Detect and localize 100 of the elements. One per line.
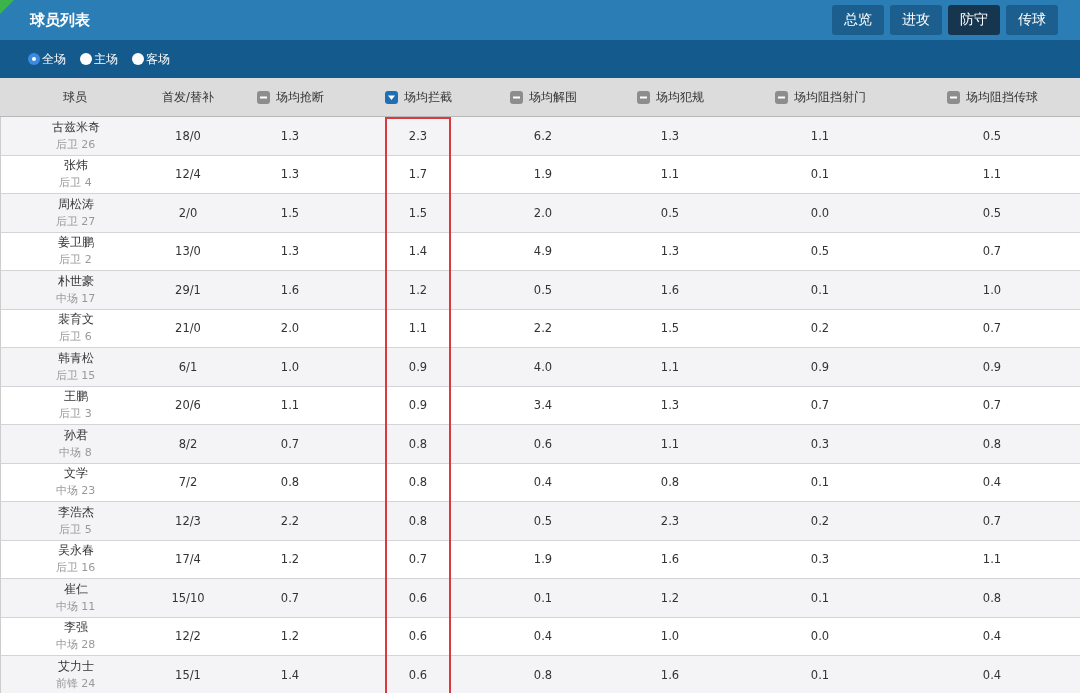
table-cell: 1.1 [736,117,904,156]
table-cell: 0.7 [226,579,354,618]
table-cell: 0.4 [904,656,1080,693]
table-cell: 0.9 [354,348,482,387]
player-name: 王鹏 [63,389,88,405]
table-cell: 1.1 [604,425,736,464]
player-position: 后卫 26 [55,136,96,152]
sort-toggle[interactable]: 场均犯规 [636,89,704,105]
table-cell: 1.1 [604,348,736,387]
table-cell: 6.2 [482,117,604,156]
table-cell: 4.0 [482,348,604,387]
player-name: 张炜 [63,158,88,174]
player-position: 中场 11 [55,598,96,614]
table-cell: 0.8 [354,502,482,541]
table-cell: 2/0 [150,194,226,233]
table-cell: 1.2 [604,579,736,618]
table-cell: 0.5 [604,194,736,233]
player-name: 李浩杰 [57,504,94,520]
player-name: 朴世豪 [57,273,94,289]
player-name: 文学 [63,466,88,482]
table-cell: 0.0 [736,194,904,233]
page-title: 球员列表 [30,10,90,30]
player-position: 中场 28 [55,637,96,653]
player-position: 后卫 4 [59,175,92,191]
table-cell: 0.5 [904,117,1080,156]
column-label: 球员 [63,89,87,105]
table-cell: 1.2 [354,271,482,310]
sort-toggle[interactable]: 场均阻挡传球 [946,89,1038,105]
table-cell: 0.9 [736,348,904,387]
table-cell: 0.1 [482,579,604,618]
player-position: 后卫 2 [59,252,92,268]
table-cell: 0.7 [226,425,354,464]
table-cell: 0.6 [482,425,604,464]
table-cell: 0.6 [354,579,482,618]
tab[interactable]: 总览 [832,5,884,35]
table-cell: 6/1 [150,348,226,387]
player-position: 后卫 3 [59,406,92,422]
table-cell: 2.3 [354,117,482,156]
table-cell: 0.8 [904,579,1080,618]
table-cell: 0.7 [904,502,1080,541]
table-cell: 12/3 [150,502,226,541]
radio-option[interactable]: 全场 [28,50,66,68]
corner-ribbon-icon [0,0,14,14]
table-cell: 0.8 [904,425,1080,464]
table-cell: 1.3 [604,117,736,156]
player-name: 艾力士 [57,658,94,674]
table-cell: 29/1 [150,271,226,310]
table-cell: 1.5 [354,194,482,233]
table-cell: 1.6 [604,656,736,693]
player-name: 韩青松 [57,350,94,366]
player-position: 中场 23 [55,483,96,499]
player-position: 后卫 5 [59,521,92,537]
player-position: 后卫 16 [55,560,96,576]
player-position: 前锋 24 [55,675,96,691]
player-name: 孙君 [63,427,88,443]
player-name: 崔仁 [63,581,88,597]
table-cell: 0.6 [354,656,482,693]
player-name: 裴育文 [57,312,94,328]
tab[interactable]: 传球 [1006,5,1058,35]
player-position: 中场 8 [59,444,92,460]
table-cell: 0.5 [904,194,1080,233]
player-position: 后卫 15 [55,367,96,383]
table-cell: 0.5 [482,271,604,310]
table-cell: 2.3 [604,502,736,541]
table-cell: 8/2 [150,425,226,464]
table-cell: 0.9 [904,348,1080,387]
table-cell: 15/10 [150,579,226,618]
table-cell: 0.2 [736,502,904,541]
table-cell: 0.8 [482,656,604,693]
player-name: 古兹米奇 [51,119,100,135]
sort-toggle[interactable]: 场均阻挡射门 [774,89,866,105]
table-cell: 1.3 [226,117,354,156]
column-label: 首发/替补 [162,89,214,105]
table-cell: 0.1 [736,579,904,618]
player-position: 中场 17 [55,290,96,306]
sort-toggle[interactable]: 场均解围 [509,89,577,105]
player-name: 姜卫鹏 [57,235,94,251]
radio-option[interactable]: 客场 [132,50,170,68]
table-cell: 2.0 [482,194,604,233]
table-cell: 15/1 [150,656,226,693]
sort-toggle[interactable]: 场均抢断 [256,89,324,105]
table-cell: 0.5 [482,502,604,541]
table-cell: 1.0 [226,348,354,387]
table-cell: 1.6 [226,271,354,310]
table-cell: 0.3 [736,425,904,464]
table-cell: 0.8 [354,425,482,464]
table-cell: 0.1 [736,271,904,310]
tab[interactable]: 防守 [948,5,1000,35]
sort-toggle[interactable]: 场均拦截 [384,89,452,105]
player-name: 李强 [63,620,88,636]
player-name: 吴永春 [57,543,94,559]
table-cell: 18/0 [150,117,226,156]
player-position: 后卫 27 [55,213,96,229]
table-cell: 1.5 [226,194,354,233]
table-cell: 1.6 [604,271,736,310]
radio-option[interactable]: 主场 [80,50,118,68]
tab[interactable]: 进攻 [890,5,942,35]
table-cell: 1.0 [904,271,1080,310]
table-cell: 0.1 [736,656,904,693]
player-position: 后卫 6 [59,329,92,345]
